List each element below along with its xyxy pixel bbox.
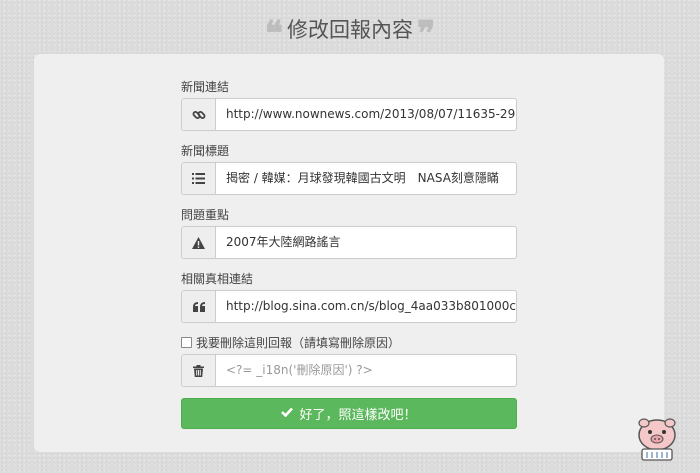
news-title-field[interactable]: 揭密 / 韓媒：月球發現韓國古文明 NASA刻意隱瞞 xyxy=(181,162,517,195)
submit-button[interactable]: 好了，照這樣改吧！ xyxy=(181,398,517,429)
truth-link-label: 相關真相連結 xyxy=(181,272,254,286)
delete-report-option[interactable]: 我要刪除這則回報（請填寫刪除原因） xyxy=(181,333,517,351)
trash-icon xyxy=(182,355,216,386)
page-title: 修改回報內容 xyxy=(287,18,413,42)
issue-focus-input[interactable]: 2007年大陸網路謠言 xyxy=(216,227,516,258)
news-title-label: 新聞標題 xyxy=(181,144,230,158)
delete-report-label[interactable]: 我要刪除這則回報（請填寫刪除原因） xyxy=(196,334,400,351)
truth-link-input[interactable]: http://blog.sina.com.cn/s/blog_4aa033b80… xyxy=(216,291,516,322)
issue-focus-field[interactable]: 2007年大陸網路謠言 xyxy=(181,226,517,259)
close-quote-icon: ❞ xyxy=(417,14,436,54)
edit-report-panel: 新聞連結 http://www.nownews.com/2013/08/07/1… xyxy=(34,54,664,452)
check-icon xyxy=(281,406,294,421)
mascot-logo xyxy=(638,418,676,461)
link-icon xyxy=(182,99,216,130)
news-link-label: 新聞連結 xyxy=(181,80,230,94)
delete-reason-field[interactable]: <?= _i18n('刪除原因') ?> xyxy=(181,354,517,387)
issue-focus-label: 問題重點 xyxy=(181,208,230,222)
delete-report-checkbox[interactable] xyxy=(181,336,192,348)
page-header: ❝ 修改回報內容 ❞ xyxy=(0,12,700,51)
delete-reason-input[interactable]: <?= _i18n('刪除原因') ?> xyxy=(216,355,516,386)
warning-icon xyxy=(182,227,216,258)
list-icon xyxy=(182,163,216,194)
truth-link-field[interactable]: http://blog.sina.com.cn/s/blog_4aa033b80… xyxy=(181,290,517,323)
edit-report-form: 新聞連結 http://www.nownews.com/2013/08/07/1… xyxy=(181,78,517,429)
open-quote-icon: ❝ xyxy=(264,14,283,54)
news-link-field[interactable]: http://www.nownews.com/2013/08/07/11635-… xyxy=(181,98,517,131)
news-title-input[interactable]: 揭密 / 韓媒：月球發現韓國古文明 NASA刻意隱瞞 xyxy=(216,163,516,194)
news-link-input[interactable]: http://www.nownews.com/2013/08/07/11635-… xyxy=(216,99,516,130)
quote-icon xyxy=(182,291,216,322)
submit-button-label[interactable]: 好了，照這樣改吧！ xyxy=(299,404,416,423)
